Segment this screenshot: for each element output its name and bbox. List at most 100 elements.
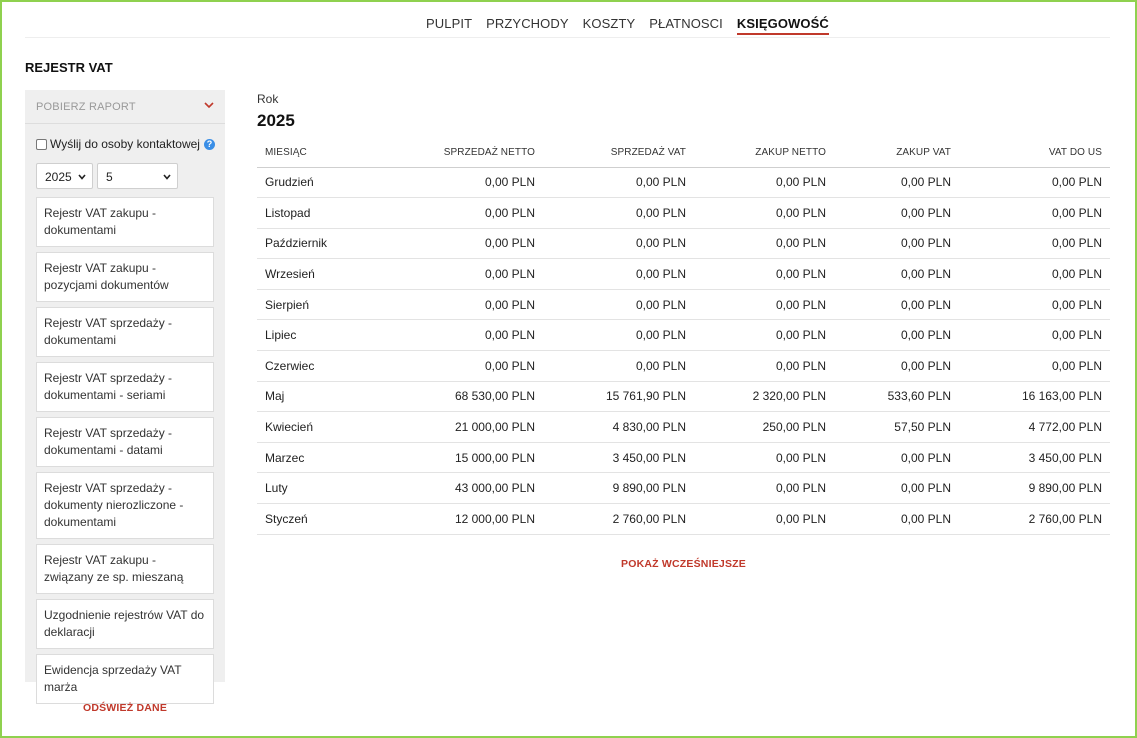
amount-cell: 0,00 PLN	[543, 167, 694, 199]
amount-cell: 0,00 PLN	[694, 258, 834, 290]
column-header: VAT DO US	[959, 138, 1110, 168]
month-cell: Styczeń	[257, 503, 387, 535]
amount-cell: 0,00 PLN	[834, 319, 959, 352]
amount-cell: 3 450,00 PLN	[543, 442, 694, 474]
table-row: Październik 0,00 PLN 0,00 PLN 0,00 PLN 0,00 …	[257, 228, 1110, 260]
year-select[interactable]: 2025	[36, 163, 93, 189]
column-header: SPRZEDAŻ NETTO	[387, 138, 543, 168]
send-contact-checkbox[interactable]	[36, 138, 47, 150]
table-row: Maj 68 530,00 PLN 15 761,90 PLN 2 320,00 PL…	[257, 381, 1110, 413]
amount-cell: 0,00 PLN	[834, 197, 959, 229]
amount-cell: 0,00 PLN	[959, 350, 1110, 382]
year-label: Rok	[257, 92, 279, 106]
amount-cell: 9 890,00 PLN	[543, 472, 694, 505]
year-value: 2025	[257, 111, 295, 130]
report-button[interactable]: Rejestr VAT sprzedaży - dokumentami	[36, 307, 214, 357]
show-earlier-link[interactable]: POKAŻ WCZEŚNIEJSZE	[257, 558, 1110, 570]
month-cell: Wrzesień	[257, 258, 387, 290]
nav-item-koszty[interactable]: KOSZTY	[583, 16, 636, 35]
amount-cell: 0,00 PLN	[694, 442, 834, 474]
amount-cell: 0,00 PLN	[694, 289, 834, 321]
column-header: SPRZEDAŻ VAT	[543, 138, 694, 168]
amount-cell: 57,50 PLN	[834, 411, 959, 443]
report-panel-title: POBIERZ RAPORT	[36, 101, 136, 113]
report-button[interactable]: Rejestr VAT sprzedaży - dokumentami - se…	[36, 362, 214, 412]
amount-cell: 0,00 PLN	[834, 350, 959, 382]
month-cell: Luty	[257, 472, 387, 505]
report-button[interactable]: Rejestr VAT zakupu - związany ze sp. mie…	[36, 544, 214, 594]
amount-cell: 0,00 PLN	[387, 258, 543, 290]
report-panel-header[interactable]: POBIERZ RAPORT	[25, 90, 225, 124]
amount-cell: 0,00 PLN	[959, 258, 1110, 290]
report-button[interactable]: Ewidencja sprzedaży VAT marża	[36, 654, 214, 704]
report-button[interactable]: Rejestr VAT sprzedaży - dokumentami - da…	[36, 417, 214, 467]
table-row: Luty 43 000,00 PLN 9 890,00 PLN 0,00 PLN 0,0…	[257, 472, 1110, 505]
refresh-data-link[interactable]: ODŚWIEŻ DANE	[25, 702, 225, 714]
table-row: Kwiecień 21 000,00 PLN 4 830,00 PLN 250,00 …	[257, 411, 1110, 443]
amount-cell: 68 530,00 PLN	[387, 381, 543, 413]
amount-cell: 0,00 PLN	[959, 167, 1110, 199]
report-button[interactable]: Rejestr VAT sprzedaży - dokumenty nieroz…	[36, 472, 214, 539]
table-row: Czerwiec 0,00 PLN 0,00 PLN 0,00 PLN 0,00 PLN…	[257, 350, 1110, 382]
amount-cell: 2 760,00 PLN	[543, 503, 694, 535]
report-sidebar: POBIERZ RAPORT Wyślij do osoby kontaktow…	[25, 90, 225, 704]
month-select[interactable]: 5	[97, 163, 178, 189]
amount-cell: 0,00 PLN	[543, 258, 694, 290]
amount-cell: 0,00 PLN	[959, 319, 1110, 352]
chevron-down-icon	[163, 174, 171, 180]
amount-cell: 0,00 PLN	[694, 350, 834, 382]
amount-cell: 0,00 PLN	[694, 503, 834, 535]
amount-cell: 15 761,90 PLN	[543, 381, 694, 413]
amount-cell: 2 320,00 PLN	[694, 381, 834, 413]
chevron-down-icon	[78, 174, 86, 180]
nav-item-ksiegowosc[interactable]: KSIĘGOWOŚĆ	[736, 16, 829, 35]
send-contact-option[interactable]: Wyślij do osoby kontaktowej ?	[36, 137, 215, 151]
period-selects: 2025 5	[36, 163, 178, 189]
month-cell: Sierpień	[257, 289, 387, 321]
table-row: Wrzesień 0,00 PLN 0,00 PLN 0,00 PLN 0,00 PLN…	[257, 258, 1110, 290]
table-row: Styczeń 12 000,00 PLN 2 760,00 PLN 0,00 PLN…	[257, 503, 1110, 535]
amount-cell: 0,00 PLN	[959, 228, 1110, 260]
table-row: Sierpień 0,00 PLN 0,00 PLN 0,00 PLN 0,00 PLN…	[257, 289, 1110, 321]
amount-cell: 533,60 PLN	[834, 381, 959, 413]
nav-item-pulpit[interactable]: PULPIT	[426, 16, 472, 35]
nav-item-platnosci[interactable]: PŁATNOSCI	[649, 16, 723, 35]
report-button[interactable]: Uzgodnienie rejestrów VAT do deklaracji	[36, 599, 214, 649]
year-select-value: 2025	[45, 170, 72, 184]
amount-cell: 0,00 PLN	[694, 319, 834, 352]
amount-cell: 21 000,00 PLN	[387, 411, 543, 443]
amount-cell: 0,00 PLN	[694, 228, 834, 260]
month-cell: Marzec	[257, 442, 387, 474]
amount-cell: 0,00 PLN	[387, 197, 543, 229]
table-row: Marzec 15 000,00 PLN 3 450,00 PLN 0,00 PLN 0…	[257, 442, 1110, 474]
amount-cell: 0,00 PLN	[959, 197, 1110, 229]
month-cell: Październik	[257, 228, 387, 260]
chevron-down-icon[interactable]	[203, 99, 215, 111]
report-button[interactable]: Rejestr VAT zakupu - pozycjami dokumentó…	[36, 252, 214, 302]
help-icon[interactable]: ?	[203, 138, 215, 150]
amount-cell: 0,00 PLN	[834, 289, 959, 321]
amount-cell: 9 890,00 PLN	[959, 472, 1110, 505]
amount-cell: 0,00 PLN	[387, 228, 543, 260]
column-header: ZAKUP NETTO	[694, 138, 834, 168]
amount-cell: 0,00 PLN	[834, 503, 959, 535]
amount-cell: 2 760,00 PLN	[959, 503, 1110, 535]
send-contact-label: Wyślij do osoby kontaktowej	[50, 137, 200, 151]
amount-cell: 4 830,00 PLN	[543, 411, 694, 443]
table-header-row: MIESIĄC SPRZEDAŻ NETTO SPRZEDAŻ VAT ZAKU…	[257, 138, 1110, 168]
table-row: Lipiec 0,00 PLN 0,00 PLN 0,00 PLN 0,00 PLN 0,…	[257, 319, 1110, 352]
amount-cell: 0,00 PLN	[387, 350, 543, 382]
amount-cell: 0,00 PLN	[387, 319, 543, 352]
amount-cell: 0,00 PLN	[387, 167, 543, 199]
nav-item-przychody[interactable]: PRZYCHODY	[486, 16, 569, 35]
amount-cell: 16 163,00 PLN	[959, 381, 1110, 413]
report-button[interactable]: Rejestr VAT zakupu - dokumentami	[36, 197, 214, 247]
amount-cell: 3 450,00 PLN	[959, 442, 1110, 474]
amount-cell: 0,00 PLN	[834, 228, 959, 260]
amount-cell: 4 772,00 PLN	[959, 411, 1110, 443]
amount-cell: 0,00 PLN	[834, 167, 959, 199]
amount-cell: 15 000,00 PLN	[387, 442, 543, 474]
page-title: REJESTR VAT	[25, 60, 113, 75]
amount-cell: 0,00 PLN	[543, 319, 694, 352]
amount-cell: 0,00 PLN	[543, 228, 694, 260]
